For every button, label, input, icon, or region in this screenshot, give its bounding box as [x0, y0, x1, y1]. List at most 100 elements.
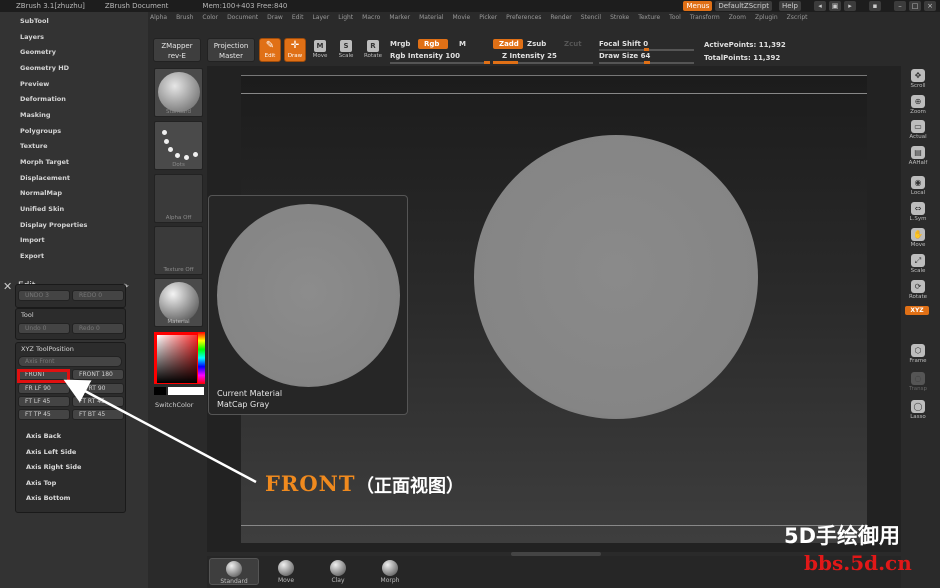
tool-layers-item[interactable]: Layers: [20, 33, 44, 41]
alpha-thumbnail[interactable]: Alpha Off: [154, 174, 203, 223]
zoom-button[interactable]: ⊕ Zoom: [905, 95, 931, 117]
menu-zplugin[interactable]: Zplugin: [755, 14, 778, 26]
zmapper-button[interactable]: ZMapper rev-E: [153, 38, 201, 62]
axis-right-side-item[interactable]: Axis Right Side: [26, 463, 81, 471]
maximize-icon[interactable]: □: [909, 1, 921, 11]
menu-transform[interactable]: Transform: [690, 14, 720, 26]
texture-thumbnail[interactable]: Texture Off: [154, 226, 203, 275]
focal-shift-handle[interactable]: [644, 48, 649, 51]
menu-edit[interactable]: Edit: [292, 14, 304, 26]
material-thumbnail[interactable]: Material: [154, 278, 203, 327]
m-button[interactable]: M: [459, 40, 466, 48]
scale-view-button[interactable]: ⤢ Scale: [905, 254, 931, 276]
switch-color-button[interactable]: SwitchColor: [155, 401, 193, 409]
layout-right-icon[interactable]: ▸: [844, 1, 856, 11]
rgb-button[interactable]: Rgb: [418, 39, 448, 49]
tool-import-item[interactable]: Import: [20, 236, 45, 244]
mrgb-button[interactable]: Mrgb: [390, 40, 410, 48]
fr-rt-90-button[interactable]: FR RT 90: [72, 383, 124, 394]
menu-picker[interactable]: Picker: [479, 14, 497, 26]
draw-size-handle[interactable]: [644, 61, 650, 64]
scroll-button[interactable]: ✥ Scroll: [905, 69, 931, 91]
color-gradient-square[interactable]: [157, 335, 197, 383]
tool-masking-item[interactable]: Masking: [20, 111, 51, 119]
menu-light[interactable]: Light: [338, 14, 353, 26]
menu-stencil[interactable]: Stencil: [581, 14, 601, 26]
hue-strip[interactable]: [198, 332, 205, 384]
tool-deformation-item[interactable]: Deformation: [20, 95, 66, 103]
morph-brush-button[interactable]: Morph: [365, 558, 415, 585]
tool-geometry-hd-item[interactable]: Geometry HD: [20, 64, 69, 72]
zadd-button[interactable]: Zadd: [493, 39, 523, 49]
menu-tool[interactable]: Tool: [669, 14, 681, 26]
edit-mode-button[interactable]: ✎ Edit: [259, 38, 281, 62]
fr-lf-90-button[interactable]: FR LF 90: [18, 383, 70, 394]
tool-geometry-item[interactable]: Geometry: [20, 48, 56, 56]
tool-display-properties-item[interactable]: Display Properties: [20, 221, 87, 229]
zsub-button[interactable]: Zsub: [527, 40, 546, 48]
tool-texture-item[interactable]: Texture: [20, 142, 48, 150]
layout-left-icon[interactable]: ◂: [814, 1, 826, 11]
undo-button[interactable]: UNDO 3: [18, 290, 70, 301]
ft-rt-45-button[interactable]: FT RT 45: [72, 396, 124, 407]
ft-lf-45-button[interactable]: FT LF 45: [18, 396, 70, 407]
lasso-button[interactable]: ◯ Lasso: [905, 400, 931, 422]
transp-button[interactable]: ◌ Transp: [905, 372, 931, 394]
menu-marker[interactable]: Marker: [389, 14, 410, 26]
main-color-swatch[interactable]: [154, 387, 166, 395]
rotate-view-button[interactable]: ⟳ Rotate: [905, 280, 931, 302]
layout-icon[interactable]: ▣: [829, 1, 841, 11]
tool-polygroups-item[interactable]: Polygroups: [20, 127, 61, 135]
rgb-intensity-track[interactable]: [390, 62, 490, 64]
lsym-button[interactable]: ⇔ L.Sym: [905, 202, 931, 224]
actual-button[interactable]: ▭ Actual: [905, 120, 931, 142]
menu-movie[interactable]: Movie: [452, 14, 470, 26]
z-intensity-fill[interactable]: [493, 61, 518, 64]
menu-draw[interactable]: Draw: [267, 14, 283, 26]
redo-button[interactable]: REDO 0: [72, 290, 124, 301]
rotate-mode-button[interactable]: R Rotate: [362, 38, 384, 62]
menu-layer[interactable]: Layer: [312, 14, 329, 26]
tool-normalmap-item[interactable]: NormalMap: [20, 189, 62, 197]
close-icon[interactable]: ×: [924, 1, 936, 11]
menu-texture[interactable]: Texture: [638, 14, 660, 26]
tool-redo-button[interactable]: Redo 0: [72, 323, 124, 334]
brush-thumbnail[interactable]: Standard: [154, 68, 203, 117]
menu-macro[interactable]: Macro: [362, 14, 380, 26]
menu-render[interactable]: Render: [550, 14, 571, 26]
menu-zoom[interactable]: Zoom: [729, 14, 746, 26]
stroke-thumbnail[interactable]: Dots: [154, 121, 203, 170]
move-brush-button[interactable]: Move: [261, 558, 311, 585]
menu-material[interactable]: Material: [419, 14, 443, 26]
ft-bt-45-button[interactable]: FT BT 45: [72, 409, 124, 420]
tool-displacement-item[interactable]: Displacement: [20, 174, 70, 182]
color-picker[interactable]: [154, 332, 205, 384]
standard-brush-button[interactable]: Standard: [209, 558, 259, 585]
axis-front-button[interactable]: Axis Front: [18, 356, 122, 367]
draw-mode-button[interactable]: ✛ Draw: [284, 38, 306, 62]
rgb-intensity-slider[interactable]: Rgb Intensity 100: [390, 52, 460, 60]
aahalf-button[interactable]: ▤ AAHalf: [905, 146, 931, 168]
menu-brush[interactable]: Brush: [176, 14, 193, 26]
menu-zscript[interactable]: Zscript: [787, 14, 808, 26]
clay-brush-button[interactable]: Clay: [313, 558, 363, 585]
focal-shift-slider[interactable]: Focal Shift 0: [599, 40, 648, 48]
scale-mode-button[interactable]: S Scale: [335, 38, 357, 62]
default-zscript-button[interactable]: DefaultZScript: [715, 1, 773, 11]
move-mode-button[interactable]: M Move: [309, 38, 331, 62]
move-view-button[interactable]: ✋ Move: [905, 228, 931, 250]
tool-preview-item[interactable]: Preview: [20, 80, 49, 88]
tool-undo-button[interactable]: Undo 0: [18, 323, 70, 334]
axis-top-item[interactable]: Axis Top: [26, 479, 56, 487]
front-180-button[interactable]: FRONT 180: [72, 369, 124, 380]
local-button[interactable]: ◉ Local: [905, 176, 931, 198]
rgb-intensity-handle[interactable]: [484, 61, 490, 64]
z-intensity-slider[interactable]: Z Intensity 25: [502, 52, 557, 60]
ft-tp-45-button[interactable]: FT TP 45: [18, 409, 70, 420]
menu-stroke[interactable]: Stroke: [610, 14, 629, 26]
tool-export-item[interactable]: Export: [20, 252, 44, 260]
projection-master-button[interactable]: Projection Master: [207, 38, 255, 62]
draw-size-slider[interactable]: Draw Size 64: [599, 52, 650, 60]
tool-unified-skin-item[interactable]: Unified Skin: [20, 205, 64, 213]
menu-document[interactable]: Document: [227, 14, 258, 26]
